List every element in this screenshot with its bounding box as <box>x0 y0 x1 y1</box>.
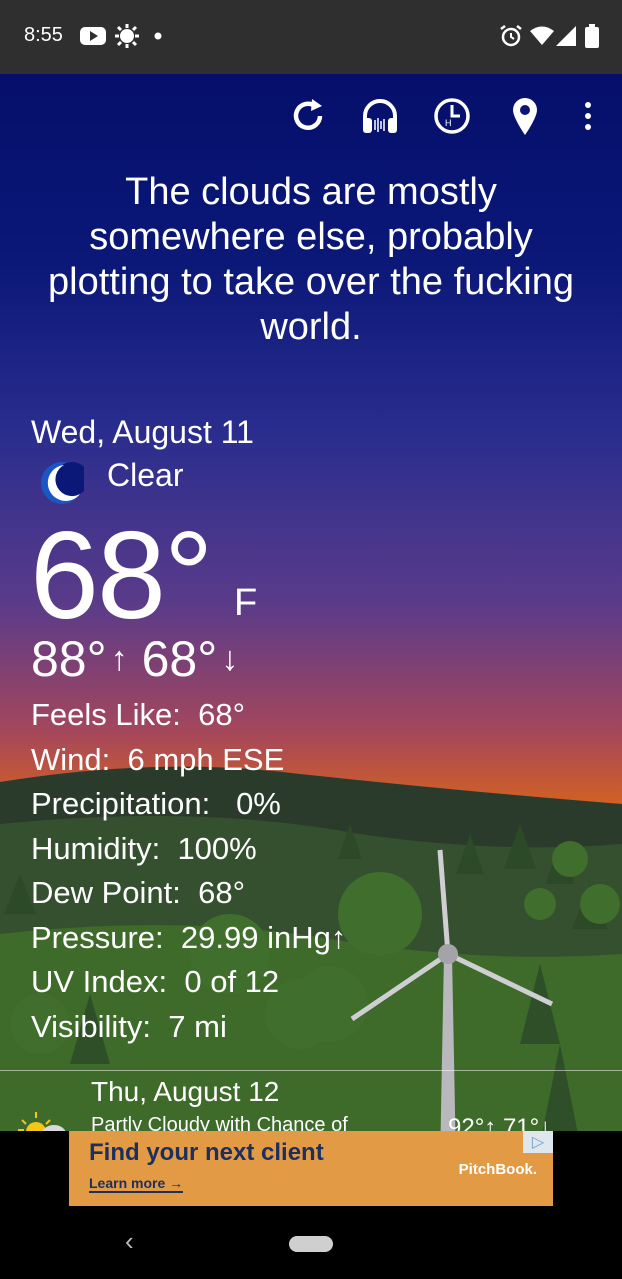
weather-screen[interactable]: H The clouds are mostly somewhere else, … <box>0 74 622 1131</box>
detail-wind: Wind: 6 mph ESE <box>31 741 285 777</box>
forecast-date[interactable]: Thu, August 12 <box>91 1076 279 1108</box>
status-time: 8:55 <box>24 24 63 46</box>
arrow-down-icon: ↓ <box>221 640 239 678</box>
audio-forecast-button[interactable] <box>358 94 402 138</box>
current-date: Wed, August 11 <box>31 414 254 450</box>
high-temp: 88° <box>31 631 107 687</box>
detail-humidity: Humidity: 100% <box>31 830 257 866</box>
arrow-up-icon: ↑ <box>110 640 128 678</box>
ad-choices-icon[interactable]: ▷ <box>523 1131 553 1153</box>
battery-icon <box>585 22 599 50</box>
high-low-temps: 88° ↑ 68° ↓ <box>31 629 252 689</box>
signal-icon <box>556 22 576 50</box>
status-bar: 8:55 <box>0 0 622 74</box>
location-pin-icon <box>513 98 537 135</box>
ad-brand: PitchBook. <box>458 1161 537 1178</box>
alarm-icon <box>499 22 523 50</box>
current-condition: Clear <box>107 457 184 493</box>
forecast-description: Partly Cloudy with Chance of <box>91 1114 348 1131</box>
youtube-icon <box>80 22 106 50</box>
navigation-bar: ‹ <box>0 1206 622 1279</box>
more-options-button[interactable] <box>566 94 610 138</box>
partly-cloudy-icon <box>18 1112 66 1131</box>
low-temp: 68° <box>141 631 218 687</box>
ad-learn-more[interactable]: Learn more → <box>89 1175 184 1193</box>
hourly-clock-icon: H <box>434 98 470 134</box>
forecast-divider <box>0 1070 622 1071</box>
moon-icon <box>41 462 84 504</box>
forecast-temps: 92°↑ 71°↓ <box>448 1114 552 1131</box>
dot-icon <box>154 22 162 50</box>
detail-uv-index: UV Index: 0 of 12 <box>31 964 280 999</box>
wifi-icon <box>530 22 554 50</box>
home-pill[interactable] <box>289 1236 333 1252</box>
ad-banner[interactable]: Find your next client Learn more → Pitch… <box>69 1131 553 1206</box>
weather-quip: The clouds are mostly somewhere else, pr… <box>48 171 574 348</box>
audio-headphones-icon <box>363 99 397 133</box>
current-temperature: 68° <box>30 507 214 645</box>
ad-headline: Find your next client <box>89 1139 324 1166</box>
detail-feels-like: Feels Like: 68° <box>31 697 246 732</box>
detail-pressure: Pressure: 29.99 inHg↑ <box>31 919 347 955</box>
svg-text:H: H <box>445 118 452 128</box>
hourly-button[interactable]: H <box>430 94 474 138</box>
back-icon[interactable]: ‹ <box>125 1226 134 1257</box>
detail-visibility: Visibility: 7 mi <box>31 1008 227 1044</box>
detail-dew-point: Dew Point: 68° <box>31 875 246 910</box>
weather-details: Feels Like: 68° Wind: 6 mph ESE Precipit… <box>31 693 346 1049</box>
more-vert-icon <box>585 102 591 130</box>
detail-precipitation: Precipitation: 0% <box>31 786 281 821</box>
temperature-unit[interactable]: F <box>234 582 257 625</box>
brightness-icon <box>114 22 140 50</box>
refresh-button[interactable] <box>286 94 330 138</box>
location-button[interactable] <box>503 94 547 138</box>
refresh-icon <box>293 99 323 130</box>
